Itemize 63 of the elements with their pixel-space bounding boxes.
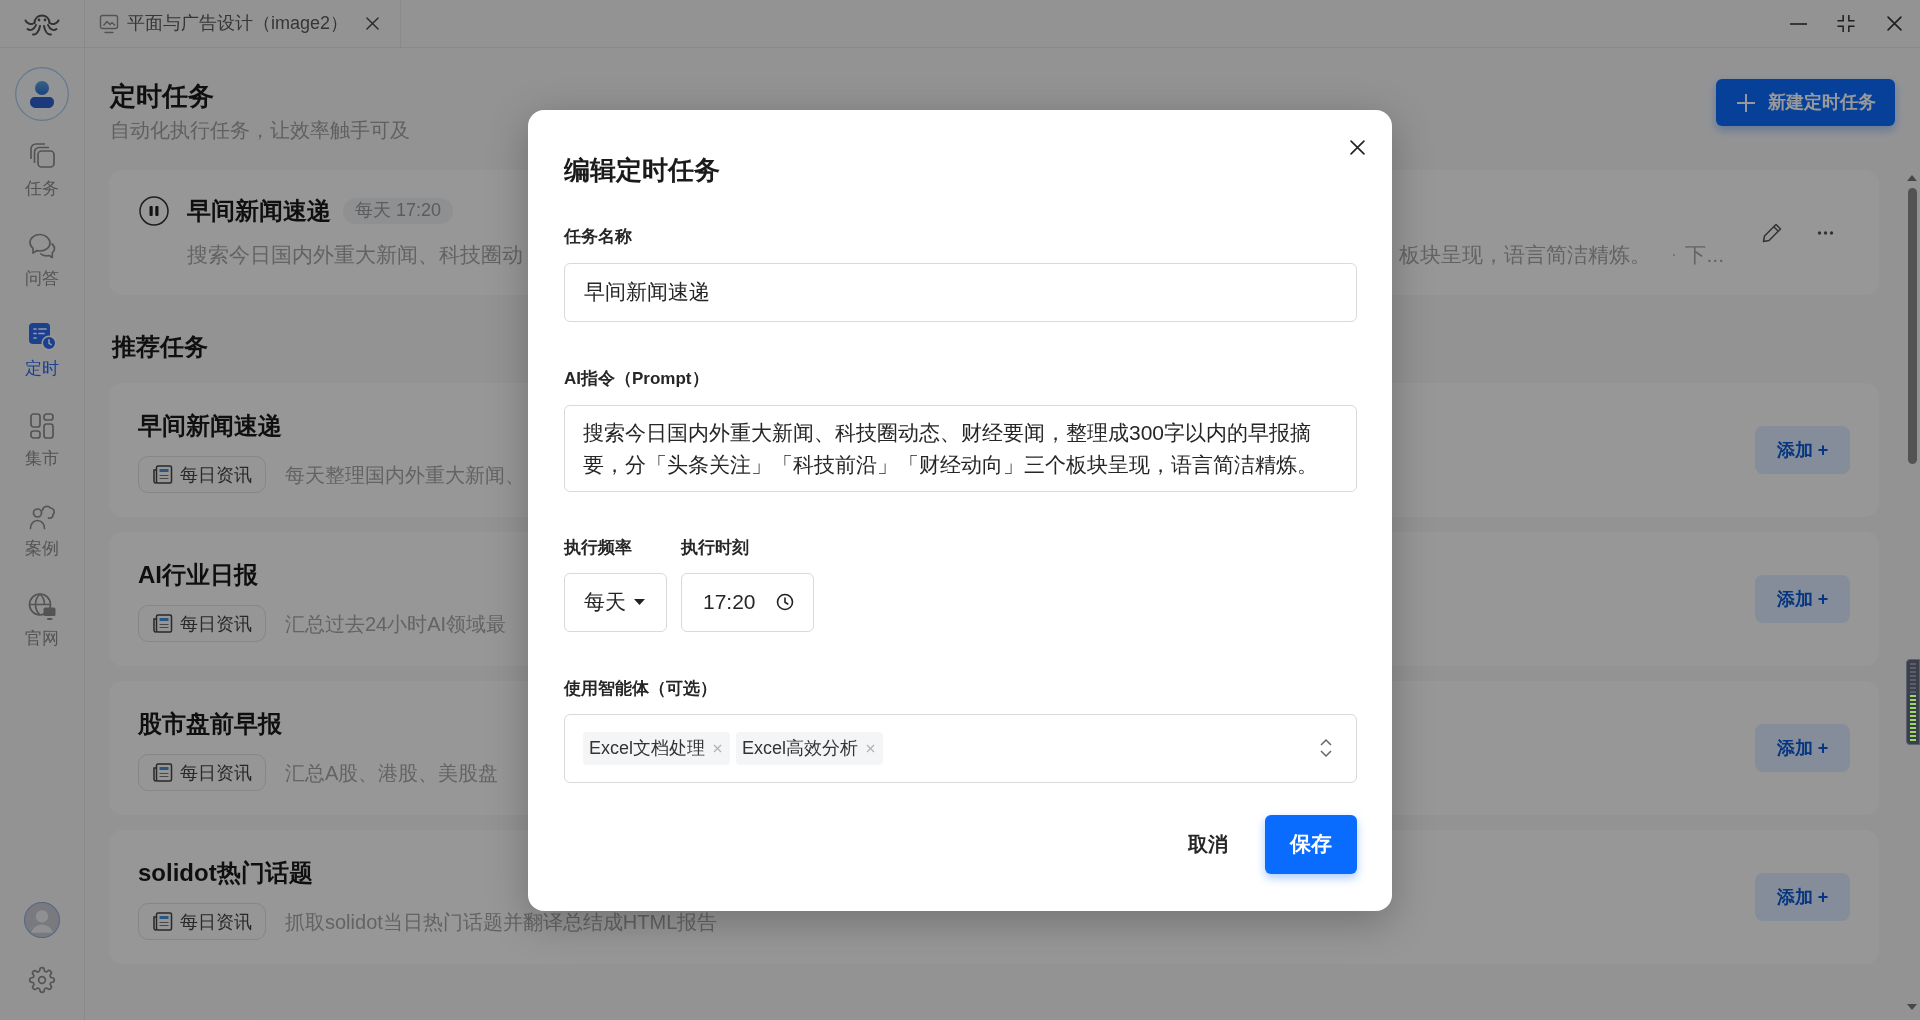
- layers-icon: [27, 141, 57, 171]
- save-button[interactable]: 保存: [1265, 814, 1357, 874]
- sidebar-item[interactable]: 案例: [10, 501, 74, 559]
- add-button[interactable]: 添加 +: [1755, 724, 1850, 772]
- field-label: AI指令（Prompt）: [564, 367, 709, 390]
- sidebar-item[interactable]: 任务: [10, 141, 74, 199]
- plus-icon: [1735, 92, 1756, 113]
- task-name-field[interactable]: 早间新闻速递: [564, 262, 1357, 322]
- globe-icon: [27, 591, 57, 621]
- time-field[interactable]: 17:20: [681, 572, 814, 632]
- close-icon[interactable]: [1350, 139, 1365, 155]
- task-title: 股市盘前早报: [138, 709, 282, 739]
- category-text: 每日资讯: [180, 910, 252, 933]
- newspaper-icon: [152, 464, 173, 485]
- field-label: 执行时刻: [681, 536, 749, 559]
- minimize-icon[interactable]: [1790, 22, 1807, 25]
- sidebar-item[interactable]: 问答: [10, 231, 74, 289]
- field-label: 执行频率: [564, 536, 632, 559]
- field-label: 任务名称: [564, 225, 632, 248]
- newspaper-icon: [152, 613, 173, 634]
- cancel-button[interactable]: 取消: [1172, 814, 1244, 874]
- chevron-up-down-icon: [1319, 738, 1333, 758]
- settings-icon[interactable]: [28, 966, 56, 994]
- task-title: AI行业日报: [138, 560, 258, 590]
- window-tab[interactable]: 平面与广告设计（image2）: [85, 0, 401, 47]
- newspaper-icon: [152, 762, 173, 783]
- more-icon[interactable]: [1817, 230, 1834, 235]
- add-button[interactable]: 添加 +: [1755, 426, 1850, 474]
- task-title: solidot热门话题: [138, 858, 313, 888]
- separator: ·: [1671, 244, 1677, 265]
- chat-icon: [27, 231, 57, 261]
- newspaper-icon: [152, 911, 173, 932]
- agent-name: Excel高效分析: [742, 736, 859, 760]
- scroll-up-icon[interactable]: [1907, 175, 1917, 181]
- section-heading: 推荐任务: [112, 333, 208, 361]
- task-title: 早间新闻速递: [187, 195, 331, 226]
- user-icon[interactable]: [15, 67, 69, 121]
- sidebar-item[interactable]: 官网: [10, 591, 74, 649]
- sidebar-item[interactable]: 集市: [10, 411, 74, 469]
- frequency-select[interactable]: 每天: [564, 572, 667, 632]
- field-label: 使用智能体（可选）: [564, 677, 717, 700]
- task-title: 早间新闻速递: [138, 411, 282, 441]
- pause-icon[interactable]: [139, 195, 169, 226]
- category-text: 每日资讯: [180, 463, 252, 486]
- add-button[interactable]: 添加 +: [1755, 575, 1850, 623]
- clock-icon: [775, 593, 794, 611]
- image-icon: [99, 13, 119, 34]
- new-task-button[interactable]: 新建定时任务: [1716, 79, 1895, 126]
- dialog-title: 编辑定时任务: [564, 153, 720, 187]
- add-button[interactable]: 添加 +: [1755, 873, 1850, 921]
- category-text: 每日资讯: [180, 612, 252, 635]
- grid-icon: [27, 411, 57, 441]
- agent-name: Excel文档处理: [589, 736, 705, 760]
- page-title: 定时任务: [110, 80, 214, 113]
- caret-down-icon: [634, 599, 645, 605]
- category-text: 每日资讯: [180, 761, 252, 784]
- shrink-icon[interactable]: [1836, 14, 1856, 33]
- sidebar-item[interactable]: 定时: [10, 321, 74, 379]
- edit-icon[interactable]: [1761, 221, 1783, 244]
- scroll-down-icon[interactable]: [1907, 1004, 1917, 1010]
- scrollbar-thumb[interactable]: [1907, 188, 1917, 464]
- calendar-clock-icon: [27, 321, 57, 351]
- prompt-field[interactable]: 搜索今日国内外重大新闻、科技圈动态、财经要闻，整理成300字以内的早报摘要，分「头条关注」「科技前沿」「财经动向」三个板块呈现，语言简洁精炼。: [564, 404, 1357, 492]
